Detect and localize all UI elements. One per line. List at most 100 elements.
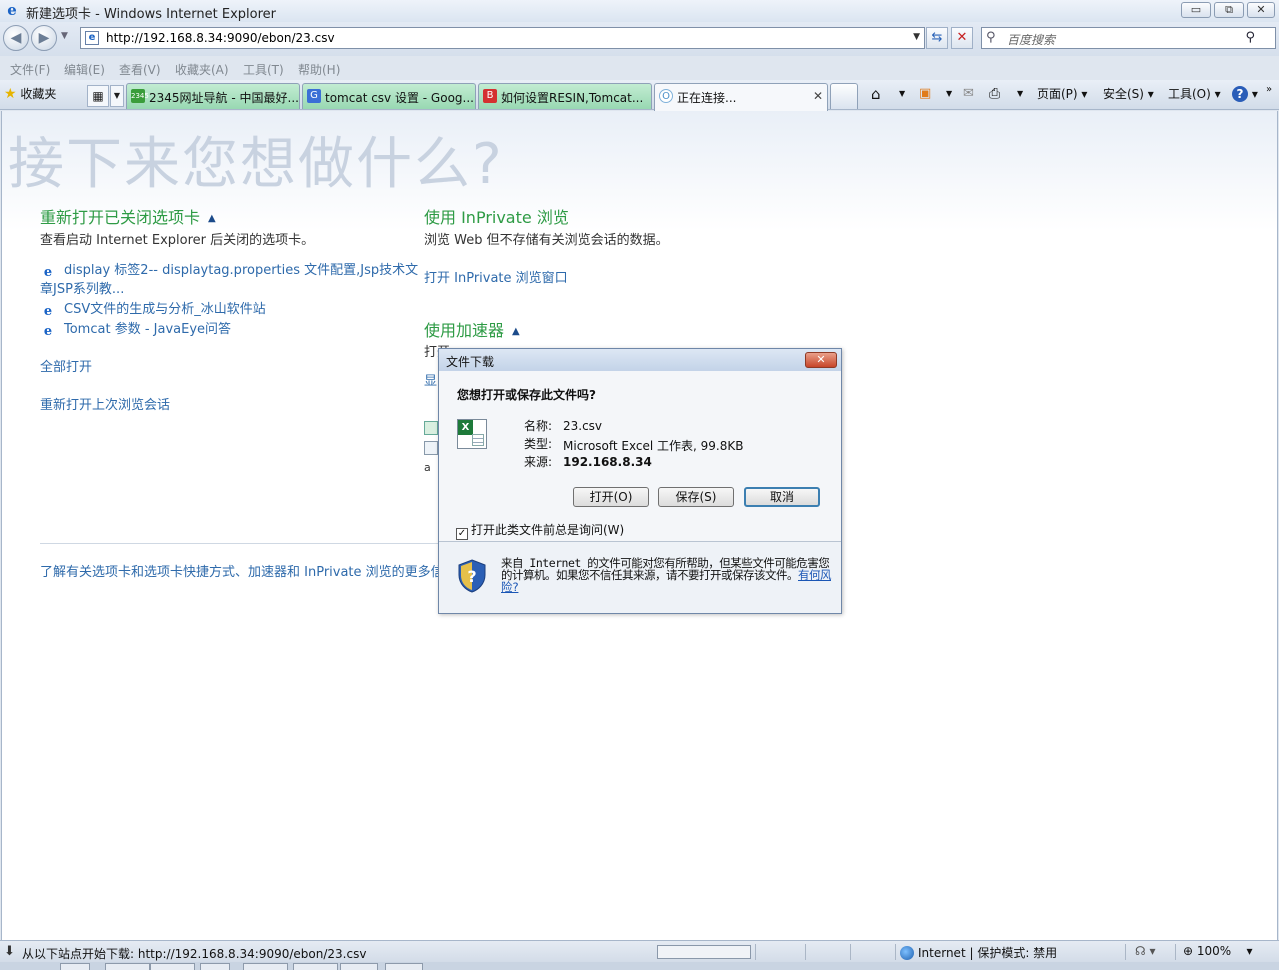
tab-label: tomcat csv 设置 - Goog...: [325, 91, 474, 105]
content-divider: [40, 543, 440, 544]
reopen-tabs-heading[interactable]: 重新打开已关闭选项卡 ▲: [40, 204, 216, 228]
dialog-title-bar: 文件下载 ✕: [439, 349, 841, 371]
close-button[interactable]: ✕: [1247, 2, 1275, 18]
closed-tab-link-2[interactable]: e CSV文件的生成与分析_冰山软件站: [40, 298, 266, 320]
security-zone[interactable]: Internet | 保护模式: 禁用: [900, 944, 1057, 961]
taskbar-item[interactable]: [385, 963, 423, 970]
search-input[interactable]: 百度搜索: [1007, 31, 1055, 48]
feeds-icon[interactable]: ▣: [919, 84, 931, 106]
page-heading: 接下来您想做什么?: [8, 132, 504, 197]
feeds-dropdown-icon[interactable]: ▼: [946, 84, 952, 106]
closed-tab-label-3: Tomcat 参数 - JavaEye问答: [64, 322, 232, 337]
popup-blocker-icon[interactable]: ☊ ▾: [1135, 944, 1156, 958]
menu-tools[interactable]: 工具(T): [243, 61, 284, 78]
always-ask-label: 打开此类文件前总是询问(W): [471, 523, 625, 537]
closed-tab-link-3[interactable]: e Tomcat 参数 - JavaEye问答: [40, 318, 231, 340]
toolbar-overflow-icon[interactable]: »: [1266, 80, 1272, 102]
open-button[interactable]: 打开(O): [573, 487, 649, 507]
tab-label: 正在连接...: [677, 91, 737, 105]
open-inprivate-link[interactable]: 打开 InPrivate 浏览窗口: [424, 267, 568, 286]
print-icon[interactable]: ⎙: [989, 84, 1000, 106]
menu-edit[interactable]: 编辑(E): [64, 61, 105, 78]
tab-label: 2345网址导航 - 中国最好...: [149, 91, 299, 105]
type-label: 类型:: [524, 437, 553, 451]
taskbar-item[interactable]: [293, 963, 338, 970]
collapse-icon[interactable]: ▲: [208, 213, 216, 224]
tab-2345[interactable]: 2345 2345网址导航 - 中国最好...: [126, 83, 300, 109]
name-label: 名称:: [524, 419, 553, 433]
safety-menu-button[interactable]: 安全(S) ▾: [1103, 84, 1154, 106]
search-box[interactable]: ⚲ 百度搜索 ⚲: [981, 27, 1276, 49]
back-button[interactable]: ◀: [3, 25, 29, 51]
menu-file[interactable]: 文件(F): [10, 61, 50, 78]
accelerators-link[interactable]: 显: [424, 370, 437, 389]
restore-button[interactable]: ⧉: [1214, 2, 1244, 18]
address-dropdown-icon[interactable]: ▼: [913, 32, 920, 42]
taskbar-item[interactable]: [60, 963, 90, 970]
cancel-button[interactable]: 取消: [744, 487, 820, 507]
collapse-icon[interactable]: ▲: [512, 326, 520, 337]
always-ask-row[interactable]: ✓ 打开此类文件前总是询问(W): [456, 521, 624, 540]
inprivate-heading: 使用 InPrivate 浏览: [424, 208, 569, 227]
closed-tab-label-2: CSV文件的生成与分析_冰山软件站: [64, 302, 266, 317]
accelerators-heading[interactable]: 使用加速器 ▲: [424, 317, 520, 341]
dialog-title: 文件下载: [446, 355, 495, 369]
mail-icon[interactable]: ✉: [963, 84, 974, 106]
accelerator-map-icon[interactable]: [424, 421, 438, 435]
accelerator-blog-icon[interactable]: [424, 441, 438, 455]
search-go-icon[interactable]: ⚲: [1245, 30, 1255, 45]
menu-help[interactable]: 帮助(H): [298, 61, 340, 78]
address-url[interactable]: http://192.168.8.34:9090/ebon/23.csv: [106, 31, 335, 45]
reopen-tabs-title: 重新打开已关闭选项卡: [40, 208, 201, 227]
tab-connecting[interactable]: O 正在连接... ✕: [654, 83, 828, 111]
tab-google[interactable]: G tomcat csv 设置 - Goog...: [302, 83, 476, 109]
security-zone-label: Internet | 保护模式: 禁用: [918, 946, 1058, 960]
new-tab-button[interactable]: [830, 83, 858, 109]
history-dropdown-icon[interactable]: ▼: [61, 31, 68, 41]
address-bar[interactable]: e http://192.168.8.34:9090/ebon/23.csv ▼: [80, 27, 925, 49]
reopen-last-session-link[interactable]: 重新打开上次浏览会话: [40, 394, 170, 413]
search-provider-icon: ⚲: [986, 30, 996, 45]
quick-tabs-button[interactable]: ▦: [87, 85, 109, 107]
tools-menu-button[interactable]: 工具(O) ▾: [1168, 84, 1221, 106]
dialog-close-button[interactable]: ✕: [805, 352, 837, 368]
status-divider: [1125, 944, 1126, 960]
dialog-question: 您想打开或保存此文件吗?: [457, 388, 596, 402]
tab-close-icon[interactable]: ✕: [813, 89, 823, 103]
save-button[interactable]: 保存(S): [658, 487, 734, 507]
minimize-button[interactable]: ▭: [1181, 2, 1211, 18]
zoom-button[interactable]: ⊕ 100% ▾: [1183, 944, 1252, 958]
menu-favorites[interactable]: 收藏夹(A): [175, 61, 229, 78]
page-icon: e: [85, 31, 99, 45]
menu-view[interactable]: 查看(V): [119, 61, 161, 78]
taskbar-item[interactable]: [340, 963, 378, 970]
refresh-button[interactable]: ⇆: [926, 27, 948, 49]
print-dropdown-icon[interactable]: ▼: [1017, 84, 1023, 106]
tab-list-dropdown-icon[interactable]: ▼: [110, 85, 124, 107]
accelerators-title: 使用加速器: [424, 321, 505, 340]
status-divider: [850, 944, 851, 960]
tab-baidu[interactable]: B 如何设置RESIN,Tomcat...: [478, 83, 652, 109]
taskbar-item[interactable]: [105, 963, 150, 970]
svg-text:?: ?: [467, 567, 476, 586]
stop-button[interactable]: ✕: [951, 27, 973, 49]
excel-file-icon: X: [457, 419, 487, 449]
home-dropdown-icon[interactable]: ▼: [899, 84, 905, 106]
learn-more-link[interactable]: 了解有关选项卡和选项卡快捷方式、加速器和 InPrivate 浏览的更多信: [40, 561, 444, 580]
security-warning-text: 来自 Internet 的文件可能对您有所帮助，但某些文件可能危害您的计算机。如…: [501, 556, 830, 582]
title-bar: e 新建选项卡 - Windows Internet Explorer ▭ ⧉ …: [0, 0, 1279, 22]
taskbar-item[interactable]: [150, 963, 195, 970]
taskbar-item[interactable]: [200, 963, 230, 970]
open-all-link[interactable]: 全部打开: [40, 356, 92, 375]
forward-button[interactable]: ▶: [31, 25, 57, 51]
closed-tab-link-1-wrap[interactable]: 章JSP系列教...: [40, 278, 124, 297]
always-ask-checkbox[interactable]: ✓: [456, 528, 468, 540]
page-menu-button[interactable]: 页面(P) ▾: [1037, 84, 1087, 106]
taskbar-item[interactable]: [243, 963, 288, 970]
home-icon[interactable]: ⌂: [871, 84, 881, 106]
window-title: 新建选项卡 - Windows Internet Explorer: [26, 7, 276, 22]
accelerator-translate-icon[interactable]: a: [424, 461, 438, 475]
source-label: 来源:: [524, 455, 553, 469]
favorites-button[interactable]: ★ 收藏夹: [4, 85, 56, 105]
help-menu-button[interactable]: ? ▾: [1232, 84, 1258, 106]
